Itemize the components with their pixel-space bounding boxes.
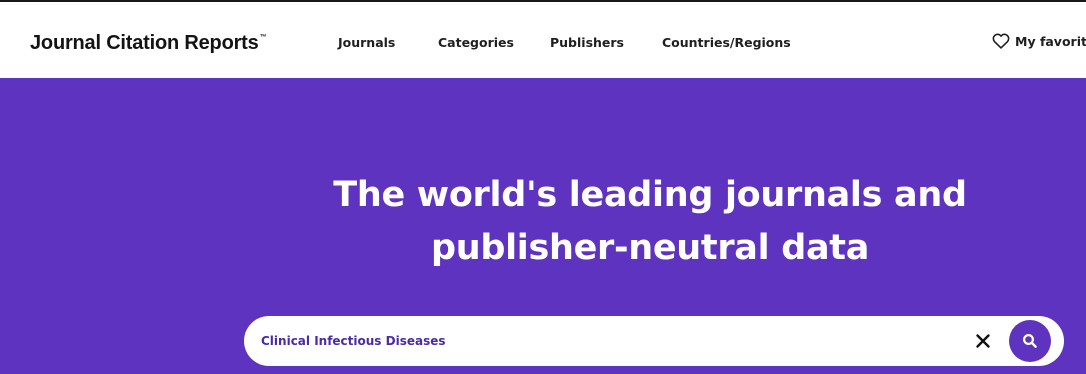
search-input[interactable] [261,330,941,352]
my-favorites-label: My favorite [1015,33,1086,49]
brand-name: Journal Citation Reports [30,32,259,54]
page: Journal Citation Reports™ Journals Categ… [0,0,1086,374]
nav-categories[interactable]: Categories [438,35,514,50]
clear-search-button[interactable] [974,332,992,350]
nav-publishers[interactable]: Publishers [550,35,624,50]
my-favorites-link[interactable]: My favorite [992,33,1086,49]
nav-countries-regions[interactable]: Countries/Regions [662,35,791,50]
search-submit-button[interactable] [1009,320,1051,362]
search-bar [244,316,1064,366]
app-logo[interactable]: Journal Citation Reports™ [30,32,267,55]
nav-journals[interactable]: Journals [338,35,395,50]
trademark-mark: ™ [259,34,267,41]
hero-banner: The world's leading journals and publish… [0,78,1086,374]
top-navigation-bar: Journal Citation Reports™ Journals Categ… [0,2,1086,78]
close-icon [976,334,990,348]
search-icon [1022,333,1037,348]
hero-headline-line-2: publisher-neutral data [430,228,870,268]
hero-headline: The world's leading journals and publish… [0,169,1086,275]
heart-icon [992,33,1010,49]
hero-headline-line-1: The world's leading journals and [333,175,967,215]
